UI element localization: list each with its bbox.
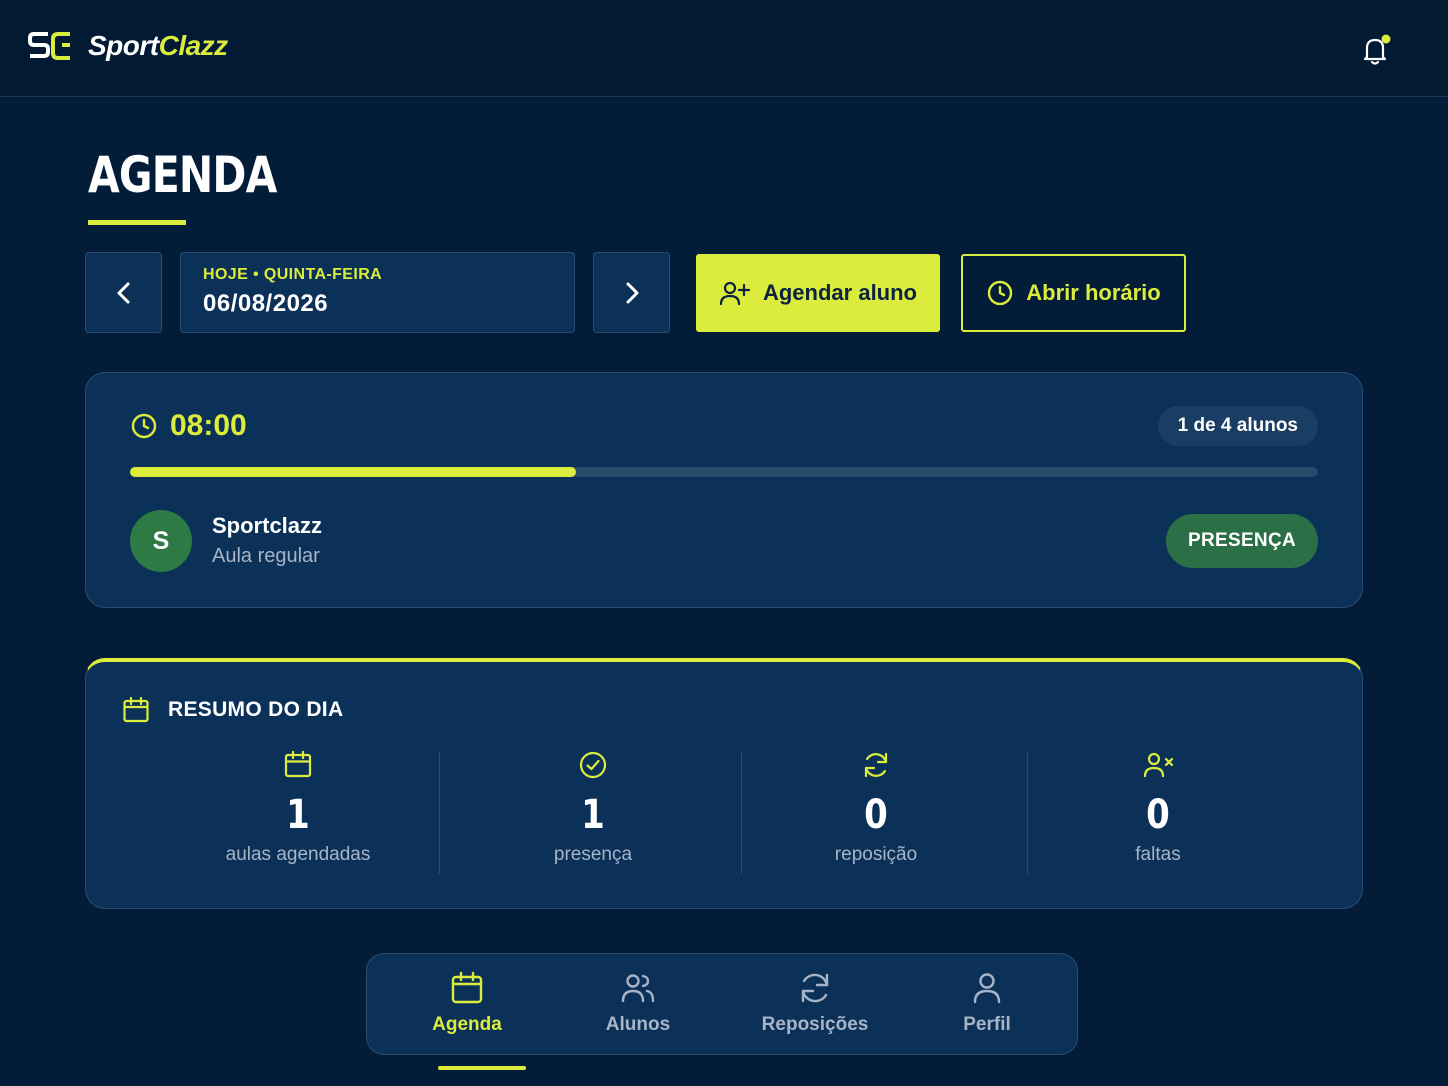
schedule-student-label: Agendar aluno	[762, 280, 917, 305]
stat-value: 1	[581, 792, 605, 838]
tab-label: Agenda	[432, 1014, 502, 1035]
stat-divider	[439, 752, 440, 874]
student-class-type: Aula regular	[212, 545, 320, 567]
tab-label: Reposições	[761, 1014, 869, 1035]
stat-absences: 0 faltas	[1008, 750, 1308, 875]
day-summary-card: RESUMO DO DIA 1 aulas agendadas 1 presen…	[85, 658, 1363, 909]
open-slot-label: Abrir horário	[1026, 280, 1161, 305]
stat-label: reposição	[834, 844, 918, 865]
student-row[interactable]: S Sportclazz Aula regular PRESENÇA	[130, 510, 1318, 572]
summary-stats: 1 aulas agendadas 1 presença 0 reposição	[86, 750, 1364, 875]
user-plus-icon	[719, 281, 751, 306]
calendar-icon	[284, 750, 312, 778]
logo-clazz-text: Clazz	[158, 30, 229, 61]
slot-time: 08:00	[130, 409, 247, 443]
capacity-progress-fill	[130, 467, 576, 477]
attendance-status-badge[interactable]: PRESENÇA	[1166, 514, 1318, 568]
check-circle-icon	[579, 751, 607, 779]
time-slot-card: 08:00 1 de 4 alunos S Sportclazz Aula re…	[85, 372, 1363, 608]
user-icon	[973, 973, 1001, 1004]
calendar-icon	[451, 971, 483, 1004]
active-tab-indicator	[438, 1066, 526, 1070]
stat-label: aulas agendadas	[225, 844, 371, 865]
date-value: 06/08/2026	[203, 290, 329, 317]
stat-attendance: 1 presença	[443, 750, 743, 875]
page-title: AGENDA	[88, 146, 277, 204]
stat-label: faltas	[1135, 844, 1181, 865]
tab-agenda[interactable]: Agenda	[382, 970, 552, 1070]
summary-header: RESUMO DO DIA	[122, 696, 343, 724]
stat-makeup-classes: 0 reposição	[726, 750, 1026, 875]
logo-text: SportClazz	[88, 30, 228, 62]
tab-makeup-classes[interactable]: Reposições	[730, 970, 900, 1050]
title-underline	[88, 220, 186, 225]
chevron-left-icon	[117, 282, 129, 303]
notification-bell-icon[interactable]	[1358, 32, 1394, 68]
logo-sport-text: Sport	[88, 30, 159, 61]
clock-icon	[988, 280, 1013, 306]
capacity-badge: 1 de 4 alunos	[1157, 406, 1318, 446]
refresh-icon	[864, 752, 888, 778]
tab-label: Perfil	[963, 1014, 1011, 1035]
user-x-icon	[1143, 752, 1173, 778]
chevron-right-icon	[626, 282, 638, 303]
open-slot-button[interactable]: Abrir horário	[961, 254, 1186, 332]
top-bar: SportClazz	[0, 0, 1448, 97]
stat-label: presença	[553, 844, 633, 865]
date-selector[interactable]: HOJE • QUINTA-FEIRA 06/08/2026	[180, 252, 575, 333]
refresh-icon	[801, 973, 829, 1003]
logo[interactable]: SportClazz	[28, 28, 228, 64]
logo-mark-icon	[28, 32, 70, 60]
stat-value: 0	[1146, 792, 1170, 838]
bottom-navigation: Agenda Alunos Reposições Perfil	[366, 953, 1078, 1070]
student-name: Sportclazz	[212, 513, 323, 538]
tab-profile[interactable]: Perfil	[902, 970, 1072, 1050]
slot-time-text: 08:00	[170, 409, 247, 442]
schedule-student-button[interactable]: Agendar aluno	[696, 254, 940, 332]
date-label: HOJE • QUINTA-FEIRA	[203, 266, 383, 283]
next-day-button[interactable]	[593, 252, 670, 333]
clock-icon	[131, 413, 157, 439]
tab-label: Alunos	[605, 1014, 671, 1035]
calendar-icon	[123, 696, 149, 723]
summary-title: RESUMO DO DIA	[168, 698, 344, 721]
stat-scheduled-classes: 1 aulas agendadas	[148, 750, 448, 875]
prev-day-button[interactable]	[85, 252, 162, 333]
stat-value: 0	[864, 792, 888, 838]
users-icon	[621, 974, 655, 1003]
tab-students[interactable]: Alunos	[553, 970, 723, 1050]
notification-dot	[1381, 34, 1391, 44]
capacity-progress-bar	[130, 467, 1318, 477]
stat-value: 1	[286, 792, 310, 838]
avatar: S	[130, 510, 192, 572]
